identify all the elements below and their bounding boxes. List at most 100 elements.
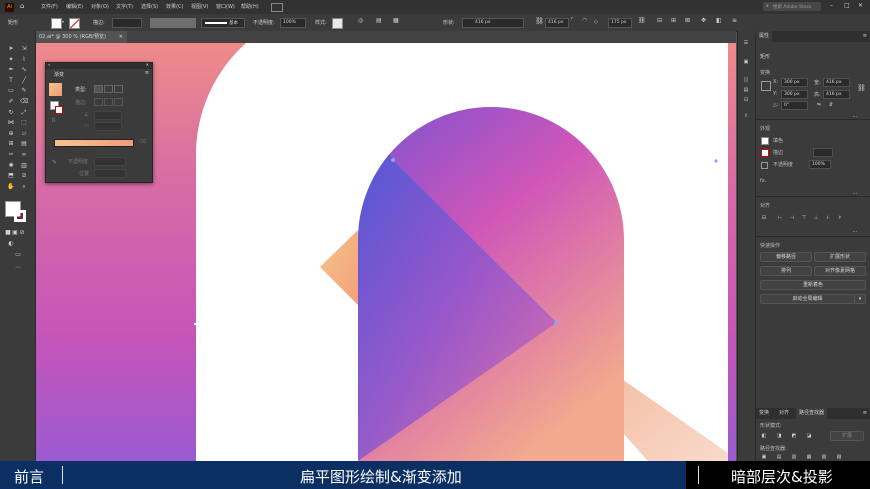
gradient-panel-tab[interactable]: 渐变 (48, 69, 72, 78)
menu-file[interactable]: 文件(F) (41, 3, 58, 10)
menu-edit[interactable]: 编辑(E) (66, 3, 83, 10)
x-field[interactable]: 300 px (781, 78, 808, 87)
document-tab[interactable]: 02.ai* @ 300 % (RGB/预览) ✕ (36, 31, 127, 43)
type-tool-icon[interactable]: T (7, 77, 15, 84)
aspect-ratio-field[interactable] (94, 122, 122, 131)
rectangle-tool-icon[interactable]: ▭ (7, 87, 15, 94)
fx-button[interactable]: fx. (760, 178, 766, 184)
screen-mode-icon[interactable]: ▭ (14, 251, 22, 258)
mesh-tool-icon[interactable]: ⊞ (7, 140, 15, 147)
stroke-weight-field[interactable] (813, 148, 833, 157)
shape-width-field[interactable]: 416 px (462, 18, 524, 28)
corner-radius-field[interactable]: 175 px (608, 18, 632, 28)
corner-radius-stepper[interactable]: ◇ (594, 19, 598, 25)
flip-vertical-icon[interactable]: ⇵ (828, 102, 834, 108)
panel-collapse-icon[interactable]: « (48, 62, 50, 67)
flip-horizontal-icon[interactable]: ⇋ (816, 102, 822, 108)
outline-icon[interactable]: ▧ (821, 454, 827, 460)
radial-gradient-button[interactable] (104, 85, 113, 93)
align-center-icon[interactable]: ⊣ (789, 215, 795, 221)
menu-help[interactable]: 帮助(H) (241, 3, 259, 10)
align-to-icon[interactable]: ⊟ (761, 215, 767, 221)
shape-builder-tool-icon[interactable]: ⊕ (7, 130, 15, 137)
offset-path-button[interactable]: 偏移路径 (760, 252, 812, 262)
expand-button[interactable]: 扩展 (830, 431, 864, 441)
rotate-field[interactable]: 0° (781, 101, 808, 110)
gradient-panel-menu-icon[interactable]: ≡ (145, 70, 149, 76)
draw-mode-icon[interactable]: ◐ (7, 240, 15, 247)
menu-type[interactable]: 文字(T) (116, 3, 133, 10)
corner-type-icon[interactable]: ⌜ (571, 17, 574, 24)
corner-link-icon[interactable]: ⛓ (638, 17, 646, 24)
reference-point-icon[interactable] (761, 81, 771, 91)
opacity-field[interactable]: 100% (280, 18, 306, 28)
stroke-weight-field[interactable] (112, 18, 142, 28)
none-mode-icon[interactable]: ⊘ (18, 229, 26, 236)
gradient-opacity-field[interactable] (94, 157, 126, 166)
properties-menu-icon[interactable]: ≡ (863, 33, 867, 39)
y-field[interactable]: 300 px (781, 90, 808, 99)
gradient-location-field[interactable] (94, 169, 126, 178)
search-field[interactable]: ⌕ 搜索 Adobe Stock (763, 2, 821, 11)
maximize-button[interactable]: □ (844, 2, 850, 9)
recolor-artwork-icon[interactable]: ◧ (716, 17, 722, 24)
lasso-tool-icon[interactable]: ⌇ (20, 56, 28, 63)
align-more-icon[interactable]: ⋯ (852, 229, 858, 235)
isolate-icon[interactable]: ⊞ (671, 17, 676, 24)
delete-stop-icon[interactable]: ⌫ (139, 139, 146, 145)
align-top-icon[interactable]: ⊥ (813, 215, 819, 221)
shaper-tool-icon[interactable]: ✐ (7, 98, 15, 105)
width-field[interactable]: 416 px (823, 78, 850, 87)
eyedropper-icon[interactable]: ✎ (52, 159, 57, 166)
pathfinder-menu-icon[interactable]: ≡ (863, 410, 867, 416)
gradient-slider[interactable] (54, 139, 134, 147)
height-field[interactable]: 416 px (823, 90, 850, 99)
width-tool-icon[interactable]: ⋈ (7, 119, 15, 126)
properties-dock-icon[interactable]: ☰ (743, 40, 749, 46)
shape-height-field[interactable]: 416 px (545, 18, 569, 28)
stroke-color-big-swatch[interactable] (14, 210, 26, 222)
stroke-style-dropdown[interactable]: 基本 (201, 18, 245, 28)
arrange-button[interactable]: 排列 (760, 266, 812, 276)
links-dock-icon[interactable]: ⊡ (743, 97, 749, 103)
freeform-gradient-button[interactable] (114, 85, 123, 93)
corner-radius-icon[interactable]: ◠ (582, 17, 587, 24)
appearance-opacity-field[interactable]: 100% (809, 160, 831, 169)
stroke-color-swatch[interactable] (761, 149, 769, 157)
expand-shape-button[interactable]: 扩展形状 (814, 252, 866, 262)
recolor-button[interactable]: 重新着色 (760, 280, 866, 290)
transform-icon[interactable]: ▦ (393, 17, 399, 24)
menu-object[interactable]: 对象(O) (91, 3, 109, 10)
fill-color-swatch[interactable] (761, 137, 769, 145)
gradient-stroke-option-2[interactable] (104, 98, 113, 106)
eyedropper-tool-icon[interactable]: ✑ (7, 151, 15, 158)
tab-properties[interactable]: 属性 (756, 31, 773, 42)
home-icon[interactable]: ⌂ (20, 2, 24, 10)
libraries-dock-icon[interactable]: ▣ (743, 59, 749, 65)
more-tools-icon[interactable]: ⋯ (14, 264, 22, 271)
start-global-edit-button[interactable]: 启动全局编辑 (760, 294, 855, 304)
stroke-toggle[interactable] (55, 106, 63, 114)
close-tab-icon[interactable]: ✕ (119, 31, 123, 43)
constrain-proportions-icon[interactable]: ⛓ (857, 85, 866, 92)
stroke-swatch[interactable] (69, 18, 80, 29)
merge-icon[interactable]: ▥ (791, 454, 797, 460)
minus-back-icon[interactable]: ▨ (836, 454, 842, 460)
fill-swatch[interactable] (51, 18, 62, 29)
align-pixel-grid-button[interactable]: 对齐像素网格 (814, 266, 866, 276)
align-icon[interactable]: ▤ (376, 17, 382, 24)
align-bottom-icon[interactable]: ⊧ (837, 215, 843, 221)
artboards-dock-icon[interactable]: ▤ (743, 87, 749, 93)
line-tool-icon[interactable]: ╱ (20, 77, 28, 84)
menu-view[interactable]: 视图(V) (191, 3, 208, 10)
blend-tool-icon[interactable]: ∞ (20, 151, 28, 158)
slice-tool-icon[interactable]: ⧄ (20, 172, 28, 179)
pen-tool-icon[interactable]: ✒ (7, 66, 15, 73)
link-icon[interactable]: ⛓ (535, 17, 544, 25)
fill-dropdown-icon[interactable]: ▾ (62, 19, 64, 24)
layout-switcher-icon[interactable] (271, 3, 283, 12)
curvature-tool-icon[interactable]: ∿ (20, 66, 28, 73)
divide-icon[interactable]: ▣ (761, 454, 767, 460)
minimize-button[interactable]: – (830, 2, 833, 9)
unite-icon[interactable]: ◧ (761, 433, 767, 439)
